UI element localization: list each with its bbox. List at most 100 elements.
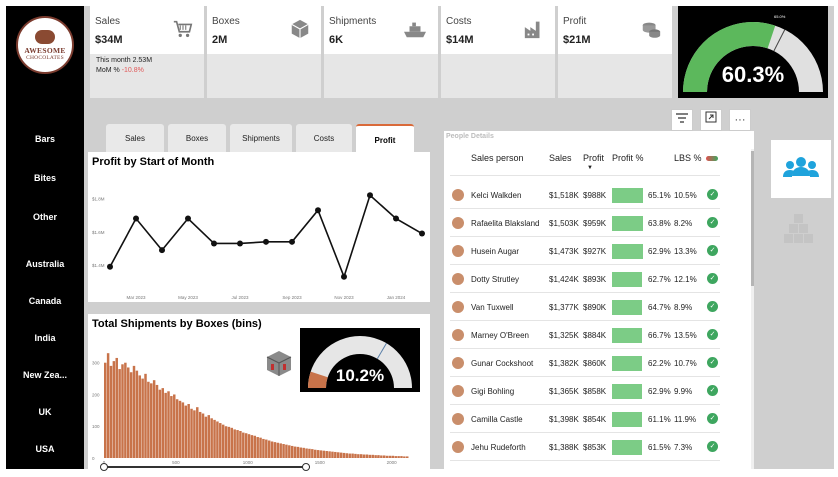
histogram-bar[interactable] xyxy=(161,388,164,458)
histogram-bar[interactable] xyxy=(311,449,314,458)
histogram-bar[interactable] xyxy=(227,426,231,458)
histogram-bar[interactable] xyxy=(339,452,343,458)
histogram-bar[interactable] xyxy=(256,437,259,458)
histogram-bar[interactable] xyxy=(325,456,327,458)
col-header-name[interactable]: Sales person xyxy=(471,153,524,163)
range-handle-max[interactable] xyxy=(302,463,310,471)
histogram-bar[interactable] xyxy=(213,419,216,458)
histogram-bar[interactable] xyxy=(201,413,205,458)
histogram-bar[interactable] xyxy=(262,438,265,458)
histogram-bar[interactable] xyxy=(296,446,300,458)
histogram-bar[interactable] xyxy=(155,384,159,458)
line-point[interactable] xyxy=(211,240,217,247)
histogram-bar[interactable] xyxy=(342,452,346,458)
range-handle-min[interactable] xyxy=(100,463,108,471)
histogram-bar[interactable] xyxy=(348,456,350,458)
histogram-bar[interactable] xyxy=(334,456,336,458)
histogram-bar[interactable] xyxy=(313,449,317,458)
histogram-bar[interactable] xyxy=(403,456,406,458)
line-point[interactable] xyxy=(185,215,191,222)
histogram-bar[interactable] xyxy=(265,439,268,458)
line-point[interactable] xyxy=(419,230,425,237)
line-point[interactable] xyxy=(263,238,269,245)
histogram-bar[interactable] xyxy=(285,444,288,458)
nav-item-australia[interactable]: Australia xyxy=(6,259,84,269)
histogram-bar[interactable] xyxy=(385,455,389,458)
histogram-bar[interactable] xyxy=(121,364,124,458)
tab-costs[interactable]: Costs xyxy=(296,124,352,154)
line-point[interactable] xyxy=(315,207,321,214)
histogram-bar[interactable] xyxy=(118,369,121,458)
histogram-bar[interactable] xyxy=(253,435,257,458)
histogram-bar[interactable] xyxy=(299,447,303,458)
histogram-bar[interactable] xyxy=(204,416,208,458)
histogram-bar[interactable] xyxy=(302,447,305,458)
histogram-bar[interactable] xyxy=(236,430,239,458)
histogram-bar[interactable] xyxy=(164,392,167,458)
bin-range-slider[interactable] xyxy=(104,466,310,468)
histogram-bar[interactable] xyxy=(150,383,153,458)
histogram-bar[interactable] xyxy=(345,453,349,458)
table-row[interactable]: Rafaelita Blaksland $1,503K $959K 63.8% 8.2%… xyxy=(444,209,754,237)
nav-item-new-zealand[interactable]: New Zea... xyxy=(6,370,84,380)
histogram-bar[interactable] xyxy=(365,454,369,458)
line-point[interactable] xyxy=(367,192,373,199)
table-row[interactable]: Jehu Rudeforth $1,388K $853K 61.5% 7.3% ✓ xyxy=(444,433,754,461)
histogram-bar[interactable] xyxy=(141,378,144,458)
nav-item-india[interactable]: India xyxy=(6,333,84,343)
histogram-bar[interactable] xyxy=(279,443,282,458)
focus-mode-button[interactable] xyxy=(700,109,722,131)
histogram-bar[interactable] xyxy=(104,362,107,458)
histogram-bar[interactable] xyxy=(328,451,331,458)
histogram-bar[interactable] xyxy=(147,381,150,458)
nav-item-usa[interactable]: USA xyxy=(6,444,84,454)
histogram-bar[interactable] xyxy=(282,444,285,458)
table-row[interactable]: Gigi Bohling $1,365K $858K 62.9% 9.9% ✓ xyxy=(444,377,754,405)
histogram-bar[interactable] xyxy=(210,418,213,458)
histogram-bar[interactable] xyxy=(239,431,242,458)
histogram-bar[interactable] xyxy=(167,391,170,458)
histogram-bar[interactable] xyxy=(336,452,340,458)
nav-item-other[interactable]: Other xyxy=(6,212,84,222)
histogram-bar[interactable] xyxy=(219,423,222,458)
histogram-bar[interactable] xyxy=(331,451,334,458)
histogram-bar[interactable] xyxy=(193,410,196,458)
histogram-bar[interactable] xyxy=(170,396,173,458)
histogram-bar[interactable] xyxy=(359,454,363,458)
histogram-bar[interactable] xyxy=(267,440,271,458)
histogram-bar[interactable] xyxy=(377,456,379,458)
histogram-bar[interactable] xyxy=(276,442,280,458)
histogram-bar[interactable] xyxy=(290,445,294,458)
histogram-bar[interactable] xyxy=(135,370,139,458)
line-point[interactable] xyxy=(159,247,165,254)
histogram-bar[interactable] xyxy=(374,455,377,458)
histogram-bar[interactable] xyxy=(270,441,274,458)
histogram-bar[interactable] xyxy=(152,380,156,458)
histogram-bar[interactable] xyxy=(224,426,228,458)
histogram-bar[interactable] xyxy=(247,434,251,458)
histogram-bar[interactable] xyxy=(124,362,127,458)
filter-button[interactable] xyxy=(671,109,693,131)
histogram-bar[interactable] xyxy=(112,361,116,458)
histogram-bar[interactable] xyxy=(354,453,357,458)
col-header-profit-pct[interactable]: Profit % xyxy=(612,153,644,163)
line-point[interactable] xyxy=(237,240,243,247)
histogram-bar[interactable] xyxy=(357,454,360,458)
nav-item-uk[interactable]: UK xyxy=(6,407,84,417)
histogram-bar[interactable] xyxy=(106,353,110,458)
nav-item-bites[interactable]: Bites xyxy=(6,173,84,183)
histogram-bar[interactable] xyxy=(230,427,234,458)
col-header-profit[interactable]: Profit xyxy=(583,153,604,163)
histogram-bar[interactable] xyxy=(187,404,190,458)
line-point[interactable] xyxy=(393,215,399,222)
histogram-bar[interactable] xyxy=(273,442,277,458)
histogram-bar[interactable] xyxy=(198,411,202,458)
histogram-bar[interactable] xyxy=(397,456,400,458)
histogram-bar[interactable] xyxy=(371,454,374,458)
tab-shipments[interactable]: Shipments xyxy=(230,124,292,154)
histogram-bar[interactable] xyxy=(319,456,321,458)
more-options-button[interactable]: ··· xyxy=(729,109,751,131)
histogram-bar[interactable] xyxy=(109,365,113,458)
line-point[interactable] xyxy=(341,273,347,280)
histogram-bar[interactable] xyxy=(259,437,262,458)
